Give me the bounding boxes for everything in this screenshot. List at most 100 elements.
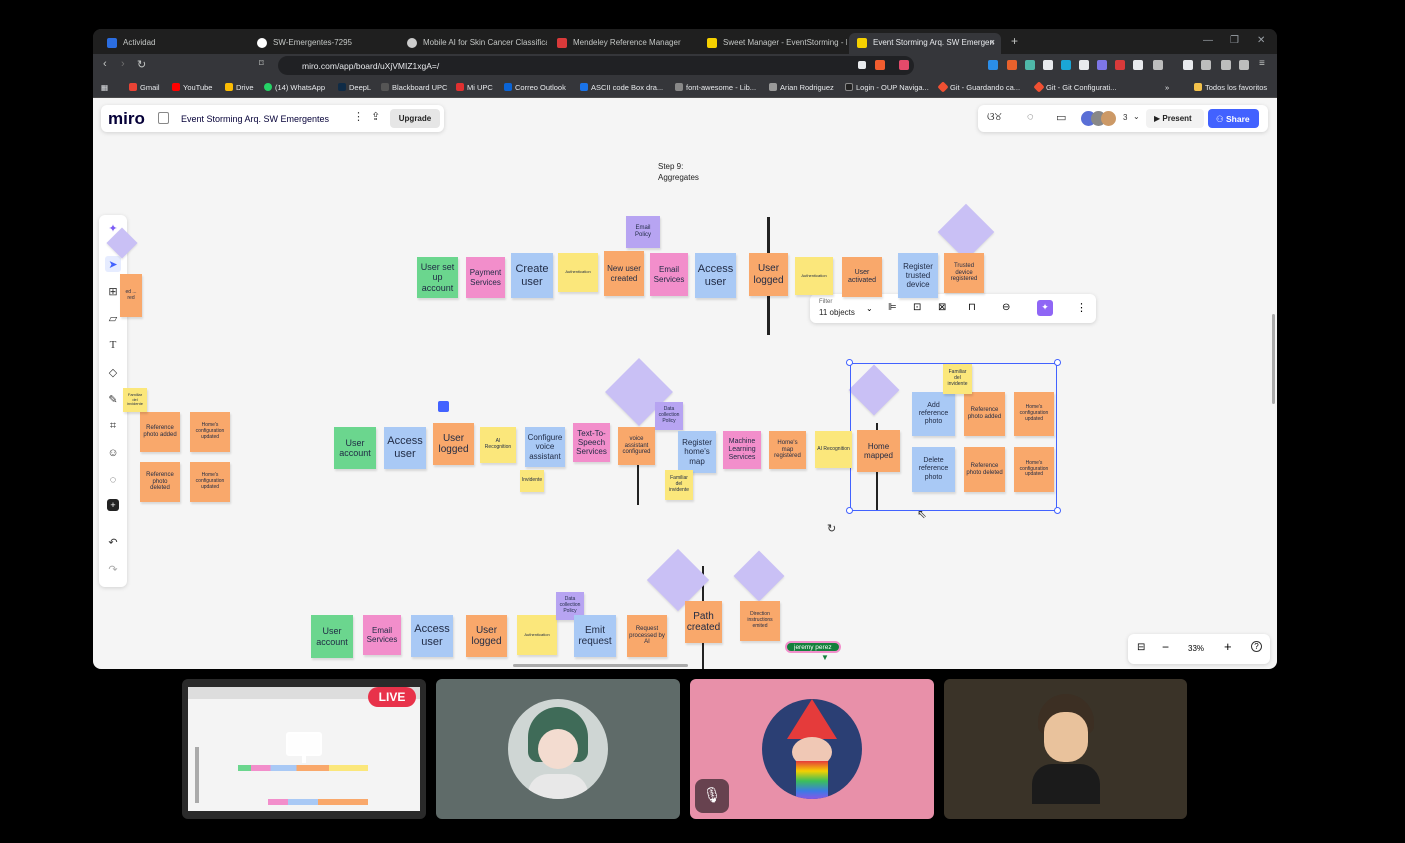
ai-icon[interactable]: ✦ <box>1037 300 1053 316</box>
sticky-note[interactable]: New user created <box>604 251 644 296</box>
participant-tile[interactable]: 🎙 <box>690 679 934 819</box>
bookmark-oup[interactable]: Login - OUP Naviga... <box>845 83 929 92</box>
sticky-note[interactable]: Email Services <box>363 615 401 655</box>
sticky-note[interactable]: Home's configuration updated <box>1014 447 1054 492</box>
collaborator-count[interactable]: 3 <box>1123 113 1127 122</box>
sticky-note[interactable]: User logged <box>466 615 507 657</box>
sticky-note[interactable]: Reference photo deleted <box>140 462 180 502</box>
fit-screen-icon[interactable]: ⊟ <box>1137 642 1145 653</box>
align-icon[interactable]: ⊫ <box>888 302 897 313</box>
sticky-note[interactable]: Create user <box>511 253 553 298</box>
tab-event-storming[interactable]: Event Storming Arq. SW Emergen × <box>849 33 1001 54</box>
sticky-note[interactable]: Trusted device registered <box>944 253 984 293</box>
policy-diamond[interactable] <box>937 203 995 261</box>
tab-actividad[interactable]: Actividad <box>99 33 247 54</box>
reactions-icon[interactable]: ଓ୪ <box>987 111 1002 124</box>
wallet-icon[interactable] <box>1201 60 1211 70</box>
participant-tile[interactable] <box>944 679 1187 819</box>
rewards-icon[interactable] <box>899 60 909 70</box>
extension-icon[interactable] <box>1061 60 1071 70</box>
sticky-note[interactable]: Configure voice assistant <box>525 427 565 467</box>
sticky-note[interactable]: Authentication <box>795 257 833 295</box>
chevron-down-icon[interactable]: ⌄ <box>1133 112 1140 121</box>
rotate-icon[interactable]: ↻ <box>827 522 836 535</box>
new-tab-button[interactable]: + <box>1011 34 1018 48</box>
more-icon[interactable]: ⋮ <box>353 110 364 123</box>
sticky-note[interactable]: Access user <box>384 427 426 469</box>
tab-github[interactable]: SW-Emergentes-7295 <box>249 33 397 54</box>
sticky-note[interactable]: Register trusted device <box>898 253 938 298</box>
restore-icon[interactable]: ❐ <box>1230 35 1239 46</box>
sticky-note[interactable]: Authentication <box>517 615 557 655</box>
zoom-out-icon[interactable]: − <box>1162 640 1169 654</box>
sidebar-icon[interactable] <box>1153 60 1163 70</box>
sticky-note[interactable]: Home mapped <box>857 430 900 472</box>
bookmark-font-awesome[interactable]: font-awesome - Lib... <box>675 83 756 92</box>
help-icon[interactable]: ? <box>1251 641 1262 652</box>
upgrade-button[interactable]: Upgrade <box>390 109 440 128</box>
sticky-note[interactable]: Reference photo deleted <box>964 447 1005 492</box>
resize-handle[interactable] <box>846 507 853 514</box>
frame-icon[interactable]: ⌗ <box>105 418 121 434</box>
tab-paper[interactable]: Mobile AI for Skin Cancer Classificati <box>399 33 547 54</box>
forward-icon[interactable]: › <box>121 58 125 70</box>
select-cursor-icon[interactable]: ➤ <box>105 256 121 272</box>
sticky-note[interactable]: Home's configuration updated <box>1014 392 1054 436</box>
sticky-note[interactable]: voice assistant configured <box>618 427 655 465</box>
bookmark-drive[interactable]: Drive <box>225 83 254 92</box>
filter-dropdown[interactable]: 11 objects <box>819 308 855 317</box>
brave-shield-icon[interactable] <box>875 60 885 70</box>
bookmark-whatsapp[interactable]: (14) WhatsApp <box>264 83 325 92</box>
board-title[interactable]: Event Storming Arq. SW Emergentes <box>181 114 329 124</box>
close-tab-icon[interactable]: × <box>990 37 995 47</box>
sticky-note[interactable]: Direction instructions emited <box>740 601 780 641</box>
extension-icon[interactable] <box>1025 60 1035 70</box>
sticky-note[interactable]: Familiar del invidente <box>665 470 693 500</box>
minimize-icon[interactable]: — <box>1203 35 1213 46</box>
bookmark-mi-upc[interactable]: Mi UPC <box>456 83 493 92</box>
sticky-note[interactable]: Authentication <box>558 253 598 292</box>
more-icon[interactable]: ⋮ <box>1076 301 1087 314</box>
lock-icon[interactable]: ⊖ <box>1002 302 1010 313</box>
comment-tool-icon[interactable]: ◌ <box>105 472 121 488</box>
shapes-icon[interactable]: ◇ <box>105 364 121 380</box>
bookmark-blackboard[interactable]: Blackboard UPC <box>381 83 447 92</box>
sticky-note[interactable]: Reference photo added <box>140 412 180 452</box>
frame-selection-icon[interactable]: ⊡ <box>913 302 921 313</box>
sticky-note[interactable]: Access user <box>695 253 736 298</box>
text-icon[interactable]: T <box>105 337 121 353</box>
bookmark-icon[interactable]: ⌑ <box>259 58 264 69</box>
avatar[interactable] <box>1101 111 1116 126</box>
sticky-note[interactable]: Machine Learning Services <box>723 431 761 469</box>
sticky-note[interactable]: Home's map registered <box>769 431 806 469</box>
sticky-note[interactable]: Email Policy <box>626 216 660 248</box>
sticky-note[interactable]: User logged <box>433 423 474 465</box>
resize-handle[interactable] <box>1054 507 1061 514</box>
zoom-in-icon[interactable]: + <box>1224 639 1232 654</box>
extension-icon[interactable] <box>1115 60 1125 70</box>
bookmark-gmail[interactable]: Gmail <box>129 83 160 92</box>
menu-icon[interactable]: ≡ <box>1259 58 1265 69</box>
sticky-note[interactable]: Delete reference photo <box>912 447 955 492</box>
sticky-note[interactable]: Emit request <box>574 615 616 657</box>
sticky-note[interactable]: Text-To-Speech Services <box>573 423 610 462</box>
pen-icon[interactable]: ✎ <box>105 391 121 407</box>
sticky-note[interactable]: ed ... red <box>120 274 142 317</box>
sticky-note[interactable]: Path created <box>685 601 722 643</box>
participant-tile[interactable] <box>436 679 680 819</box>
sticky-note[interactable]: User set up account <box>417 257 458 298</box>
bookmark-git-1[interactable]: Git - Guardando ca... <box>937 81 1020 93</box>
bookmark-ascii[interactable]: ASCII code Box dra... <box>580 83 663 92</box>
templates-icon[interactable]: ⊞ <box>105 283 121 299</box>
present-button[interactable]: ▶ Present <box>1146 109 1204 128</box>
stickers-icon[interactable]: ☺ <box>105 445 121 461</box>
kanban-icon[interactable]: ⊓ <box>968 302 976 313</box>
export-icon[interactable]: ⇪ <box>371 110 380 123</box>
scrollbar[interactable] <box>1272 314 1275 404</box>
add-more-icon[interactable]: + <box>107 499 119 511</box>
tab-mendeley[interactable]: Mendeley Reference Manager <box>549 33 697 54</box>
video-icon[interactable]: ▭ <box>1056 111 1066 124</box>
bookmark-youtube[interactable]: YouTube <box>172 83 212 92</box>
zoom-level[interactable]: 33% <box>1188 644 1204 653</box>
sticky-note[interactable]: Request processed by AI <box>627 615 667 657</box>
